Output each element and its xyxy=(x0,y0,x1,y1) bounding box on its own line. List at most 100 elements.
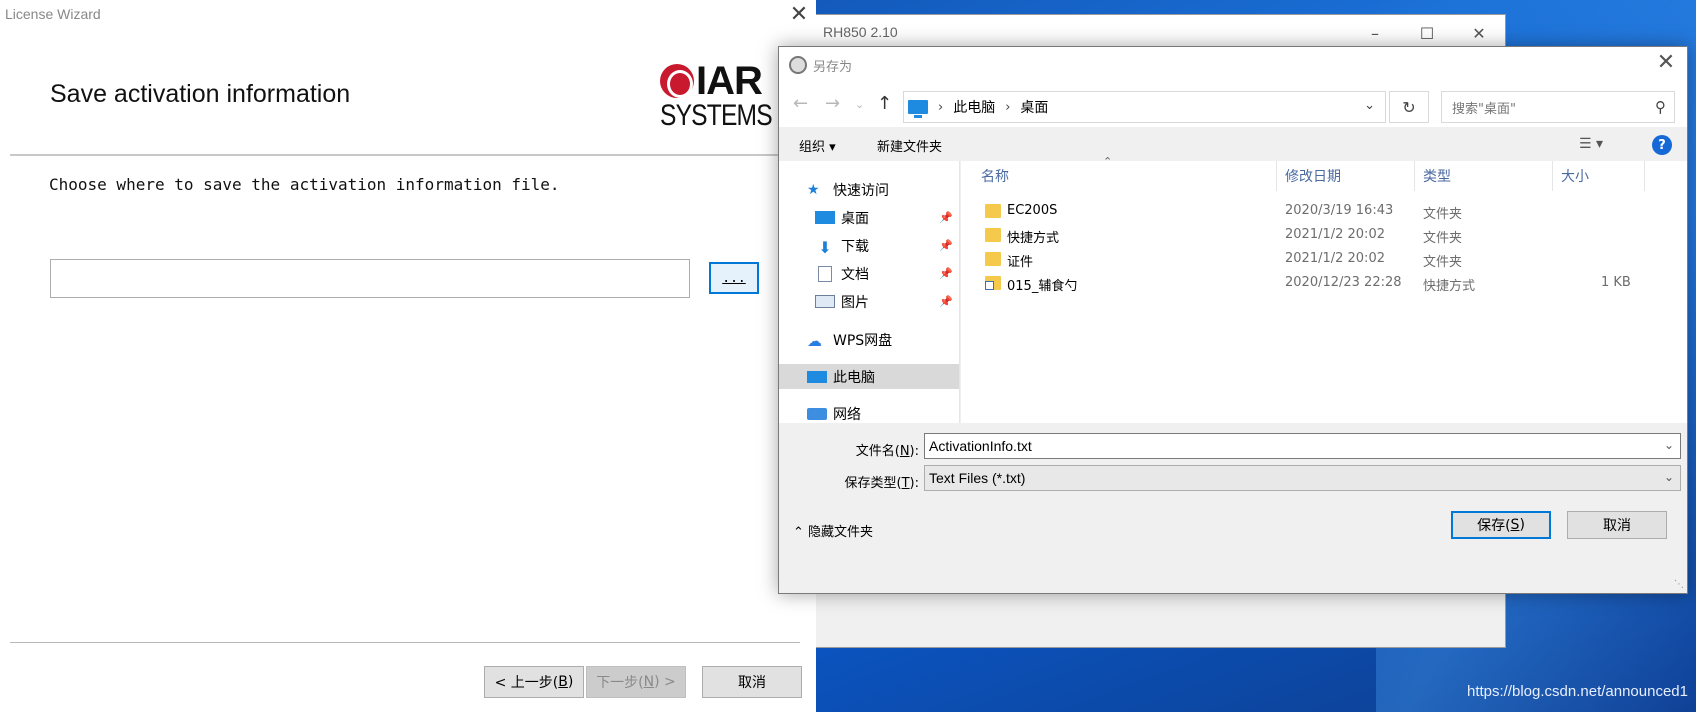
cloud-icon: ☁ xyxy=(807,331,822,350)
maximize-icon[interactable]: ☐ xyxy=(1403,21,1451,45)
file-row[interactable]: 快捷方式 2021/1/2 20:02 文件夹 xyxy=(961,223,1687,247)
resize-grip-icon[interactable]: ⋱ xyxy=(1674,579,1684,590)
nav-item-label: 网络 xyxy=(833,406,861,423)
pin-icon[interactable]: 📌 xyxy=(939,295,953,308)
pin-icon[interactable]: 📌 xyxy=(939,239,953,252)
logo-text-systems: SYSTEMS xyxy=(660,99,773,132)
nav-item-quick-access[interactable]: ★ 快速访问 xyxy=(779,177,959,202)
nav-item-wps-cloud[interactable]: ☁ WPS网盘 xyxy=(779,327,959,352)
filetype-value: Text Files (*.txt) xyxy=(929,470,1026,486)
browse-button[interactable]: ... xyxy=(709,262,759,294)
next-button[interactable]: 下一步(N) > xyxy=(586,666,686,698)
nav-item-pictures[interactable]: 图片 📌 xyxy=(779,289,959,314)
this-pc-icon xyxy=(908,100,928,118)
chevron-down-icon[interactable]: ⌄ xyxy=(1664,438,1674,452)
shortcut-icon xyxy=(985,276,1001,290)
address-bar[interactable]: › 此电脑 › 桌面 ⌄ xyxy=(903,91,1386,123)
nav-item-label: 图片 xyxy=(841,294,869,311)
search-icon[interactable]: ⚲ xyxy=(1655,98,1666,116)
file-type: 文件夹 xyxy=(1423,231,1463,246)
address-dropdown-icon[interactable]: ⌄ xyxy=(1364,98,1375,113)
file-list-pane: ⌃ 名称 修改日期 类型 大小 EC200S 2020/3/19 16:43 文… xyxy=(961,155,1687,423)
filename-label-key: N xyxy=(899,444,910,459)
wizard-close-icon[interactable]: ✕ xyxy=(786,2,812,27)
hide-folders-toggle[interactable]: ⌃ 隐藏文件夹 xyxy=(793,521,873,540)
save-button[interactable]: 保存(S) xyxy=(1451,511,1551,539)
help-icon[interactable]: ? xyxy=(1652,135,1672,155)
nav-item-label: 桌面 xyxy=(841,210,869,227)
filename-label-prefix: 文件名( xyxy=(855,444,900,459)
pin-icon[interactable]: 📌 xyxy=(939,211,953,224)
new-folder-button[interactable]: 新建文件夹 xyxy=(877,136,942,155)
up-arrow-icon[interactable]: ↑ xyxy=(877,93,892,114)
file-type: 文件夹 xyxy=(1423,255,1463,270)
file-modified: 2020/3/19 16:43 xyxy=(1285,203,1394,218)
save-button-prefix: 保存( xyxy=(1477,518,1511,534)
pin-icon[interactable]: 📌 xyxy=(939,267,953,280)
dialog-form-area: 文件名(N): ActivationInfo.txt ⌄ 保存类型(T): Te… xyxy=(779,423,1687,593)
filetype-label: 保存类型(T): xyxy=(799,472,919,491)
chevron-down-icon[interactable]: ⌄ xyxy=(1664,470,1674,484)
file-row[interactable]: EC200S 2020/3/19 16:43 文件夹 xyxy=(961,199,1687,223)
nav-item-desktop[interactable]: 桌面 📌 xyxy=(779,205,959,230)
file-modified: 2020/12/23 22:28 xyxy=(1285,275,1402,290)
recent-locations-icon[interactable]: ⌄ xyxy=(855,98,864,111)
back-arrow-icon[interactable]: ← xyxy=(793,93,808,114)
computer-icon xyxy=(807,370,827,383)
save-path-input[interactable] xyxy=(50,259,690,298)
hide-folders-label: 隐藏文件夹 xyxy=(808,525,874,540)
filetype-select[interactable]: Text Files (*.txt) ⌄ xyxy=(924,465,1681,491)
minimize-icon[interactable]: – xyxy=(1351,21,1399,45)
logo-text-iar: IAR xyxy=(696,59,763,103)
file-row[interactable]: 015_辅食勺 2020/12/23 22:28 快捷方式 1 KB xyxy=(961,271,1687,295)
save-button-key: S xyxy=(1510,517,1520,533)
filename-input[interactable]: ActivationInfo.txt ⌄ xyxy=(924,433,1681,459)
desktop-icon xyxy=(815,211,835,224)
organize-menu-button[interactable]: 组织 ▾ xyxy=(799,136,836,155)
dialog-toolbar: 组织 ▾ 新建文件夹 ☰ ▾ ? xyxy=(779,127,1687,161)
file-name: 015_辅食勺 xyxy=(1007,279,1078,294)
file-name: 证件 xyxy=(1007,255,1034,270)
iar-systems-logo: IAR SYSTEMS xyxy=(660,59,773,142)
search-input[interactable]: 搜索"桌面" ⚲ xyxy=(1441,91,1675,123)
column-header-name[interactable]: 名称 xyxy=(961,161,1277,191)
navigation-bar: ← → ⌄ ↑ › 此电脑 › 桌面 ⌄ ↻ 搜索"桌面" ⚲ xyxy=(779,83,1687,127)
breadcrumb-separator-icon[interactable]: › xyxy=(938,100,943,115)
next-button-label-prefix: 下一步( xyxy=(596,675,644,691)
dialog-cancel-button[interactable]: 取消 xyxy=(1567,511,1667,539)
next-button-key: N xyxy=(643,674,655,690)
file-type: 快捷方式 xyxy=(1423,279,1476,294)
folder-icon xyxy=(985,252,1001,266)
star-icon: ★ xyxy=(807,181,820,198)
forward-arrow-icon[interactable]: → xyxy=(825,93,840,114)
column-header-type[interactable]: 类型 xyxy=(1415,161,1553,191)
breadcrumb-desktop[interactable]: 桌面 xyxy=(1020,97,1048,117)
column-header-size[interactable]: 大小 xyxy=(1553,161,1645,191)
file-row[interactable]: 证件 2021/1/2 20:02 文件夹 xyxy=(961,247,1687,271)
view-options-icon[interactable]: ☰ ▾ xyxy=(1579,136,1603,152)
breadcrumb-this-pc[interactable]: 此电脑 xyxy=(953,97,995,117)
file-name: 快捷方式 xyxy=(1007,231,1060,246)
filename-value: ActivationInfo.txt xyxy=(929,438,1032,454)
wizard-description: Choose where to save the activation info… xyxy=(49,175,560,194)
refresh-icon[interactable]: ↻ xyxy=(1389,91,1429,123)
column-header-modified[interactable]: 修改日期 xyxy=(1277,161,1415,191)
dialog-titlebar[interactable]: 另存为 ✕ xyxy=(779,47,1687,83)
nav-item-downloads[interactable]: ⬇ 下载 📌 xyxy=(779,233,959,258)
document-icon xyxy=(818,265,832,282)
nav-item-label: 文档 xyxy=(841,266,869,283)
nav-item-this-pc[interactable]: 此电脑 xyxy=(779,364,959,389)
nav-item-label: 此电脑 xyxy=(833,369,875,386)
back-button-label-prefix: < 上一步( xyxy=(494,675,559,691)
filetype-label-suffix: ): xyxy=(909,476,919,491)
back-button[interactable]: < 上一步(B) xyxy=(484,666,584,698)
dialog-app-icon xyxy=(789,56,807,74)
breadcrumb-separator-icon[interactable]: › xyxy=(1005,100,1010,115)
file-modified: 2021/1/2 20:02 xyxy=(1285,227,1385,242)
filetype-label-prefix: 保存类型( xyxy=(844,476,902,491)
wizard-cancel-button[interactable]: 取消 xyxy=(702,666,802,698)
close-icon[interactable]: ✕ xyxy=(1455,21,1503,45)
dialog-close-icon[interactable]: ✕ xyxy=(1651,50,1681,75)
nav-item-documents[interactable]: 文档 📌 xyxy=(779,261,959,286)
file-modified: 2021/1/2 20:02 xyxy=(1285,251,1385,266)
